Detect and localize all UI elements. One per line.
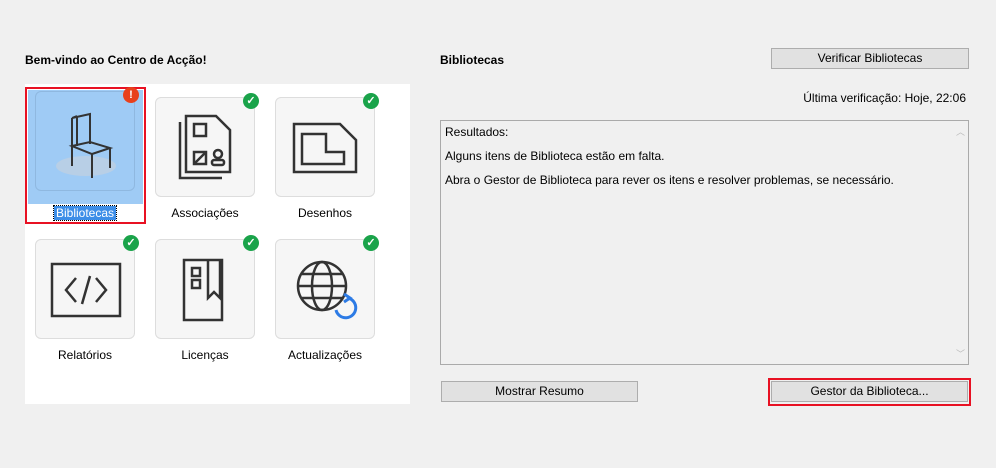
code-icon: [50, 262, 122, 318]
chair-icon: [56, 112, 116, 178]
scroll-down-icon[interactable]: ﹀: [956, 347, 965, 360]
tile-label-associacoes: Associações: [171, 206, 239, 220]
globe-update-icon: [296, 260, 358, 320]
check-badge-icon: ✓: [363, 235, 379, 251]
scroll-up-icon[interactable]: ︿: [956, 125, 965, 138]
license-icon: [182, 258, 224, 322]
results-line: Alguns itens de Biblioteca estão em falt…: [445, 149, 665, 163]
tile-label-licencas: Licenças: [181, 348, 229, 362]
check-badge-icon: ✓: [243, 235, 259, 251]
error-badge-icon: !: [123, 87, 139, 103]
library-manager-button[interactable]: Gestor da Biblioteca...: [771, 381, 968, 402]
results-heading: Resultados:: [445, 125, 509, 139]
documents-icon: [178, 114, 232, 180]
scrollbar[interactable]: ︿ ﹀: [952, 121, 968, 364]
last-check-text: Última verificação: Hoje, 22:06: [803, 91, 966, 105]
tile-label-bibliotecas[interactable]: Bibliotecas: [52, 205, 118, 221]
section-title: Bibliotecas: [440, 53, 505, 67]
check-badge-icon: ✓: [123, 235, 139, 251]
verify-libraries-button[interactable]: Verificar Bibliotecas: [771, 48, 969, 69]
check-badge-icon: ✓: [243, 93, 259, 109]
tile-licencas[interactable]: ✓: [155, 235, 259, 339]
tile-label-relatorios: Relatórios: [57, 348, 113, 362]
tile-desenhos[interactable]: ✓: [275, 93, 379, 197]
tile-relatorios[interactable]: ✓: [35, 235, 139, 339]
results-textarea[interactable]: Resultados: Alguns itens de Biblioteca e…: [440, 120, 969, 365]
tile-label-actualizacoes: Actualizações: [287, 348, 363, 362]
check-badge-icon: ✓: [363, 93, 379, 109]
tile-bibliotecas[interactable]: !: [35, 87, 139, 191]
drawing-icon: [292, 122, 358, 174]
tile-actualizacoes[interactable]: ✓: [275, 235, 379, 339]
welcome-title: Bem-vindo ao Centro de Acção!: [25, 53, 207, 67]
tile-label-desenhos: Desenhos: [297, 206, 353, 220]
tile-associacoes[interactable]: ✓: [155, 93, 259, 197]
show-summary-button[interactable]: Mostrar Resumo: [441, 381, 638, 402]
results-line: Abra o Gestor de Biblioteca para rever o…: [445, 173, 894, 187]
